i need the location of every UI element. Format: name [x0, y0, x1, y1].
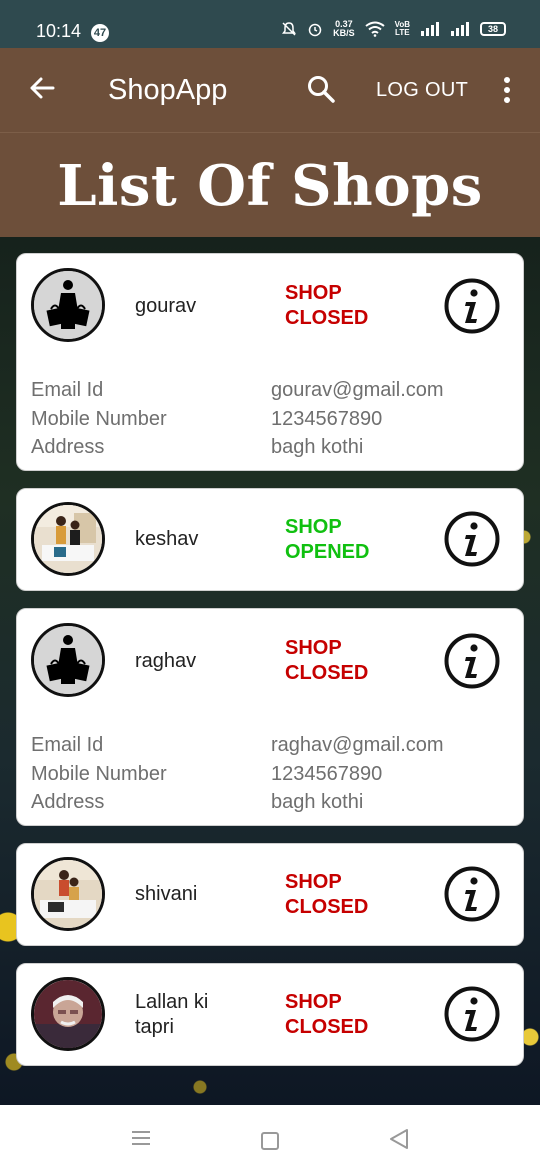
people-photo [31, 502, 105, 576]
shop-status: SHOP OPENED [285, 515, 405, 565]
detail-row-address: Address bagh kothi [31, 433, 511, 462]
shop-status: SHOP CLOSED [285, 870, 405, 920]
status-bar: 10:14 47 0.37 KB/S VoB LTE 38 [0, 0, 540, 48]
detail-value: 1234567890 [271, 762, 383, 785]
wifi-icon [364, 21, 385, 37]
shop-status-line2: CLOSED [285, 896, 369, 918]
detail-label: Mobile Number [31, 762, 167, 785]
data-speed-unit: KB/S [333, 28, 355, 38]
shop-status: SHOP CLOSED [285, 281, 405, 331]
volte-indicator: VoB LTE [395, 21, 410, 37]
mute-bell-icon [282, 22, 297, 36]
detail-label: Address [31, 791, 105, 813]
battery-indicator: 38 [480, 22, 506, 36]
detail-value: raghav@gmail.com [271, 734, 444, 756]
shop-list[interactable]: gourav SHOP CLOSED Email Id gourav@gmail… [0, 237, 540, 1105]
shopping-bags-icon [31, 623, 105, 697]
info-icon[interactable] [444, 511, 500, 567]
nav-back-icon[interactable] [388, 1127, 410, 1151]
detail-value: bagh kothi [271, 436, 364, 458]
detail-label: Email Id [31, 734, 104, 756]
info-icon[interactable] [444, 866, 500, 922]
shop-status-line2: OPENED [285, 541, 370, 563]
shop-card[interactable]: gourav SHOP CLOSED Email Id gourav@gmail… [16, 253, 524, 471]
shop-status: SHOP CLOSED [285, 990, 405, 1040]
back-arrow-icon[interactable] [28, 74, 56, 102]
signal-icon [421, 22, 439, 36]
hero-banner: List Of Shops [0, 132, 540, 237]
detail-label: Email Id [31, 379, 104, 401]
logout-button[interactable]: LOG OUT [376, 79, 468, 102]
shop-details: Email Id gourav@gmail.com Mobile Number … [31, 376, 511, 462]
shop-status-line1: SHOP [285, 871, 342, 893]
shop-status: SHOP CLOSED [285, 636, 405, 686]
shop-card[interactable]: keshav SHOP OPENED [16, 488, 524, 591]
info-icon[interactable] [444, 986, 500, 1042]
shop-name: keshav [135, 528, 199, 550]
nav-home-icon[interactable] [261, 1132, 279, 1150]
info-icon[interactable] [444, 278, 500, 334]
people-photo [31, 857, 105, 931]
signal-icon-2 [451, 22, 469, 36]
shop-name-line1: Lallan ki [135, 991, 209, 1013]
shop-status-line2: CLOSED [285, 662, 369, 684]
detail-row-mobile: Mobile Number 1234567890 [31, 405, 511, 434]
detail-label: Address [31, 436, 105, 458]
status-icons: 0.37 KB/S VoB LTE 38 [281, 20, 506, 38]
shop-status-line1: SHOP [285, 282, 342, 304]
app-bar: ShopApp LOG OUT [0, 48, 540, 132]
shop-name: gourav [135, 295, 197, 317]
shop-name: raghav [135, 650, 197, 672]
alarm-icon [308, 23, 322, 37]
person-photo [31, 977, 105, 1051]
info-icon[interactable] [444, 633, 500, 689]
shop-name-line2: tapri [135, 1016, 174, 1038]
volte-bottom: LTE [395, 28, 410, 37]
shop-card[interactable]: Lallan ki tapri SHOP CLOSED [16, 963, 524, 1066]
detail-row-mobile: Mobile Number 1234567890 [31, 760, 511, 789]
shop-status-line1: SHOP [285, 516, 342, 538]
shop-status-line2: CLOSED [285, 1016, 369, 1038]
detail-row-email: Email Id raghav@gmail.com [31, 731, 511, 760]
detail-label: Mobile Number [31, 407, 167, 430]
detail-row-email: Email Id gourav@gmail.com [31, 376, 511, 405]
shop-name: Lallan ki tapri [135, 990, 208, 1040]
shop-status-line1: SHOP [285, 637, 342, 659]
detail-value: gourav@gmail.com [271, 379, 444, 401]
shop-details: Email Id raghav@gmail.com Mobile Number … [31, 731, 511, 817]
data-speed: 0.37 KB/S [333, 20, 355, 38]
shop-name: shivani [135, 883, 198, 905]
page-title: List Of Shops [57, 153, 483, 219]
nav-menu-icon[interactable] [130, 1129, 152, 1147]
detail-value: 1234567890 [271, 407, 383, 430]
app-title: ShopApp [108, 74, 228, 106]
detail-value: bagh kothi [271, 791, 364, 813]
notification-count-badge: 47 [91, 24, 109, 42]
status-time: 10:14 [36, 21, 82, 41]
shop-status-line2: CLOSED [285, 307, 369, 329]
more-vert-icon[interactable] [498, 76, 516, 104]
system-nav-bar [0, 1105, 540, 1170]
search-icon[interactable] [306, 74, 336, 104]
shop-card[interactable]: shivani SHOP CLOSED [16, 843, 524, 946]
shop-card[interactable]: raghav SHOP CLOSED Email Id raghav@gmail… [16, 608, 524, 826]
shopping-bags-icon [31, 268, 105, 342]
shop-status-line1: SHOP [285, 991, 342, 1013]
detail-row-address: Address bagh kothi [31, 788, 511, 817]
